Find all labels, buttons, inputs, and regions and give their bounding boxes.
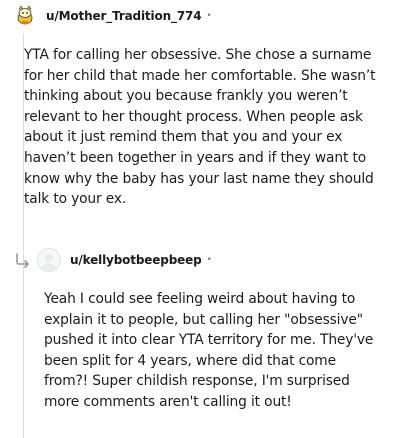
comment-username[interactable]: u/kellybotbeepbeep	[70, 253, 202, 267]
comment-username[interactable]: u/Mother_Tradition_774	[46, 9, 202, 23]
comment-body: Yeah I could see feeling weird about hav…	[44, 291, 374, 410]
comment-reply: u/kellybotbeepbeep • Yeah I could see fe…	[0, 247, 400, 410]
snoo-avatar-icon[interactable]	[13, 4, 37, 28]
default-avatar-icon[interactable]	[37, 248, 61, 272]
comment-parent: u/Mother_Tradition_774 • YTA for calling…	[0, 3, 400, 207]
comment-header: u/kellybotbeepbeep •	[0, 247, 400, 273]
comment-body: YTA for calling her obsessive. She chose…	[24, 47, 376, 208]
reply-arrow-icon	[13, 250, 33, 270]
meta-separator: •	[206, 255, 212, 265]
meta-separator: •	[206, 11, 212, 21]
comment-header: u/Mother_Tradition_774 •	[0, 3, 400, 29]
